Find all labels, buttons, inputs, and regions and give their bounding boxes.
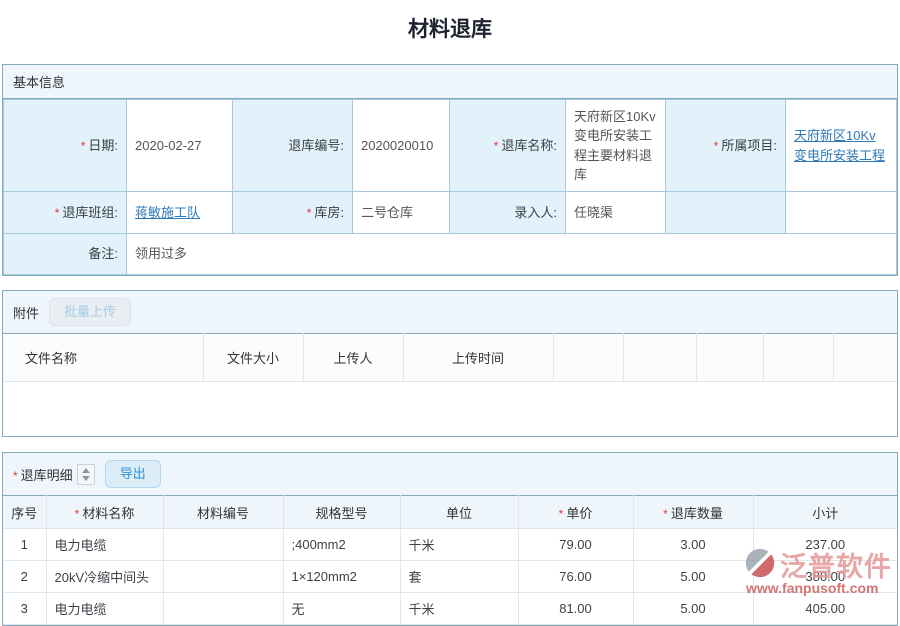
attachments-col-empty xyxy=(763,334,833,382)
required-marker: * xyxy=(307,206,312,220)
col-return-qty: *退库数量 xyxy=(633,496,753,529)
cell-unit: 千米 xyxy=(400,593,518,625)
warehouse-value: 二号仓库 xyxy=(353,192,450,234)
attachments-col-uploader: 上传人 xyxy=(303,334,403,382)
cell-price: 76.00 xyxy=(518,561,633,593)
required-marker: * xyxy=(494,139,499,153)
attachments-section-title: 附件 xyxy=(13,303,39,322)
cell-seq: 1 xyxy=(3,529,46,561)
col-subtotal: 小计 xyxy=(753,496,897,529)
return-details-title-wrap: *退库明细 xyxy=(13,465,73,484)
project-value-cell: 天府新区10Kv变电所安装工程 xyxy=(786,100,897,192)
attachments-col-empty xyxy=(623,334,696,382)
empty-label-cell xyxy=(666,192,786,234)
cell-spec: ;400mm2 xyxy=(283,529,400,561)
basic-info-grid: *日期: 2020-02-27 退库编号: 2020020010 *退库名称: … xyxy=(3,99,897,275)
return-name-value: 天府新区10Kv变电所安装工程主要材料退库 xyxy=(566,100,666,192)
basic-info-section-title: 基本信息 xyxy=(13,72,65,91)
return-no-value: 2020020010 xyxy=(353,100,450,192)
cell-seq: 2 xyxy=(3,561,46,593)
col-material-code: 材料编号 xyxy=(163,496,283,529)
return-name-label-cell: *退库名称: xyxy=(450,100,566,192)
sort-stepper-icon[interactable] xyxy=(77,464,95,485)
required-marker: * xyxy=(13,469,18,483)
cell-subtotal: 237.00 xyxy=(753,529,897,561)
attachments-col-filesize: 文件大小 xyxy=(203,334,303,382)
col-seq: 序号 xyxy=(3,496,46,529)
attachments-section-header: 附件 批量上传 xyxy=(3,291,897,333)
attachments-col-empty xyxy=(833,334,897,382)
required-marker: * xyxy=(663,507,668,521)
table-row: 1 电力电缆 ;400mm2 千米 79.00 3.00 237.00 xyxy=(3,529,897,561)
return-details-section-title: 退库明细 xyxy=(21,468,73,483)
page-title: 材料退库 xyxy=(0,0,900,53)
attachments-col-empty xyxy=(696,334,763,382)
warehouse-label-cell: *库房: xyxy=(233,192,353,234)
cell-qty: 5.00 xyxy=(633,593,753,625)
table-row: 2 20kV冷缩中间头 1×120mm2 套 76.00 5.00 380.00 xyxy=(3,561,897,593)
recorder-value: 任晓渠 xyxy=(566,192,666,234)
attachments-col-empty xyxy=(553,334,623,382)
cell-unit: 千米 xyxy=(400,529,518,561)
return-name-label: 退库名称: xyxy=(501,138,557,153)
cell-subtotal: 380.00 xyxy=(753,561,897,593)
cell-unit: 套 xyxy=(400,561,518,593)
date-value: 2020-02-27 xyxy=(127,100,233,192)
col-unit: 单位 xyxy=(400,496,518,529)
required-marker: * xyxy=(714,139,719,153)
required-marker: * xyxy=(55,206,60,220)
col-return-qty-label: 退库数量 xyxy=(671,506,723,521)
cell-qty: 3.00 xyxy=(633,529,753,561)
col-unit-price-label: 单价 xyxy=(566,506,592,521)
cell-material-name: 电力电缆 xyxy=(46,529,163,561)
team-link[interactable]: 蒋敏施工队 xyxy=(135,205,200,220)
col-material-name: *材料名称 xyxy=(46,496,163,529)
return-details-section-header: *退库明细 导出 xyxy=(3,453,897,495)
date-label-cell: *日期: xyxy=(4,100,127,192)
cell-material-name: 20kV冷缩中间头 xyxy=(46,561,163,593)
warehouse-label: 库房: xyxy=(314,205,344,220)
cell-spec: 1×120mm2 xyxy=(283,561,400,593)
return-no-label: 退库编号: xyxy=(233,100,353,192)
remark-value: 领用过多 xyxy=(127,234,897,275)
cell-material-code xyxy=(163,593,283,625)
cell-material-code xyxy=(163,561,283,593)
remark-label: 备注: xyxy=(4,234,127,275)
return-details-header-row: 序号 *材料名称 材料编号 规格型号 单位 *单价 *退库数量 小计 xyxy=(3,496,897,529)
return-details-table: 序号 *材料名称 材料编号 规格型号 单位 *单价 *退库数量 小计 1 电力电… xyxy=(3,495,897,625)
attachments-col-filename: 文件名称 xyxy=(3,334,203,382)
recorder-label: 录入人: xyxy=(450,192,566,234)
cell-qty: 5.00 xyxy=(633,561,753,593)
attachments-section: 附件 批量上传 文件名称 文件大小 上传人 上传时间 xyxy=(2,290,898,437)
required-marker: * xyxy=(75,507,80,521)
team-value-cell: 蒋敏施工队 xyxy=(127,192,233,234)
col-spec-model: 规格型号 xyxy=(283,496,400,529)
attachments-table: 文件名称 文件大小 上传人 上传时间 xyxy=(3,333,897,382)
required-marker: * xyxy=(559,507,564,521)
export-button[interactable]: 导出 xyxy=(105,460,161,488)
cell-subtotal: 405.00 xyxy=(753,593,897,625)
col-unit-price: *单价 xyxy=(518,496,633,529)
cell-material-code xyxy=(163,529,283,561)
project-link[interactable]: 天府新区10Kv变电所安装工程 xyxy=(794,128,885,163)
team-label: 退库班组: xyxy=(62,205,118,220)
empty-value-cell xyxy=(786,192,897,234)
col-material-name-label: 材料名称 xyxy=(82,506,134,521)
cell-price: 81.00 xyxy=(518,593,633,625)
cell-material-name: 电力电缆 xyxy=(46,593,163,625)
table-row: 3 电力电缆 无 千米 81.00 5.00 405.00 xyxy=(3,593,897,625)
attachments-empty-area xyxy=(3,382,897,436)
required-marker: * xyxy=(81,139,86,153)
team-label-cell: *退库班组: xyxy=(4,192,127,234)
date-label: 日期: xyxy=(88,138,118,153)
cell-seq: 3 xyxy=(3,593,46,625)
batch-upload-button[interactable]: 批量上传 xyxy=(49,298,131,326)
cell-price: 79.00 xyxy=(518,529,633,561)
cell-spec: 无 xyxy=(283,593,400,625)
project-label-cell: *所属项目: xyxy=(666,100,786,192)
basic-info-section-header: 基本信息 xyxy=(3,65,897,99)
attachments-col-uploadtime: 上传时间 xyxy=(403,334,553,382)
basic-info-section: 基本信息 *日期: 2020-02-27 退库编号: 2020020010 *退… xyxy=(2,64,898,276)
project-label: 所属项目: xyxy=(721,138,777,153)
